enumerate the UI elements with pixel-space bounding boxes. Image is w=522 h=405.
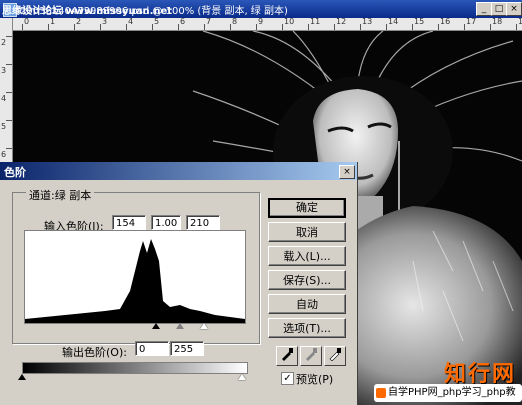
ruler-tick	[334, 24, 335, 30]
ruler-tick	[308, 24, 309, 30]
ruler-number: 2	[1, 38, 7, 47]
ruler-tick	[490, 24, 491, 30]
save-button[interactable]: 保存(S)...	[268, 270, 346, 290]
load-button[interactable]: 载入(L)...	[268, 246, 346, 266]
minimize-icon[interactable]: _	[476, 2, 492, 16]
cancel-button[interactable]: 取消	[268, 222, 346, 242]
ruler-number: 12	[336, 17, 347, 26]
ruler-number: 10	[284, 17, 295, 26]
auto-button[interactable]: 自动	[268, 294, 346, 314]
ruler-tick	[6, 120, 12, 121]
ruler-number: 2	[76, 17, 82, 26]
output-white-field[interactable]: 255	[170, 341, 204, 356]
levels-dialog: 色阶 × 通道:绿 副本 输入色阶(I): 154 1.00 210 输出色阶(…	[0, 162, 358, 405]
output-black-field[interactable]: 0	[135, 341, 169, 356]
ruler-number: 0	[24, 17, 30, 26]
maximize-icon[interactable]: □	[491, 2, 507, 16]
ruler-tick	[204, 24, 205, 30]
input-black-slider[interactable]	[152, 323, 160, 329]
ruler-number: 8	[232, 17, 238, 26]
ruler-number: 17	[466, 17, 477, 26]
ruler-tick	[48, 24, 49, 30]
ruler-number: 19	[518, 17, 522, 26]
logo-small-text: 自学PHP网_php学习_php教	[374, 384, 522, 402]
ruler-number: 16	[440, 17, 451, 26]
ruler-tick	[438, 24, 439, 30]
gray-eyedropper-icon[interactable]	[300, 346, 322, 366]
preview-label: 预览(P)	[296, 373, 334, 386]
ruler-horizontal: 012345678910111213141516171819	[12, 17, 522, 31]
site-logo: 知行网 自学PHP网_php学习_php教	[374, 356, 522, 405]
ruler-number: 11	[310, 17, 321, 26]
ruler-tick	[230, 24, 231, 30]
ruler-tick	[464, 24, 465, 30]
black-eyedropper-icon[interactable]	[276, 346, 298, 366]
input-black-field[interactable]: 154	[112, 215, 146, 230]
ruler-number: 6	[1, 150, 7, 159]
ruler-number: 5	[154, 17, 160, 26]
white-eyedropper-icon[interactable]	[324, 346, 346, 366]
ruler-tick	[516, 24, 517, 30]
channel-label: 通道:绿 副本	[26, 187, 95, 203]
output-black-slider[interactable]	[18, 374, 26, 380]
dialog-titlebar[interactable]: 色阶 ×	[0, 162, 357, 180]
input-white-slider[interactable]	[200, 323, 208, 329]
logo-icon	[376, 388, 386, 398]
input-white-field[interactable]: 210	[186, 215, 220, 230]
close-icon[interactable]: ×	[339, 165, 355, 179]
ruler-tick	[74, 24, 75, 30]
ruler-tick	[360, 24, 361, 30]
ruler-number: 3	[102, 17, 108, 26]
ruler-tick	[100, 24, 101, 30]
input-gamma-slider[interactable]	[176, 323, 184, 329]
ruler-tick	[178, 24, 179, 30]
ruler-number: 5	[1, 122, 7, 131]
dialog-title: 色阶	[4, 166, 26, 179]
ruler-tick	[386, 24, 387, 30]
ruler-tick	[6, 64, 12, 65]
ok-button[interactable]: 确定	[268, 198, 346, 218]
ruler-number: 6	[180, 17, 186, 26]
output-levels-label: 输出色阶(O):	[62, 346, 127, 359]
preview-checkbox[interactable]: ✓	[281, 372, 294, 385]
ruler-tick	[412, 24, 413, 30]
ruler-number: 15	[414, 17, 425, 26]
ruler-tick	[6, 92, 12, 93]
ruler-tick	[256, 24, 257, 30]
close-icon[interactable]: ×	[506, 2, 522, 16]
ruler-tick	[282, 24, 283, 30]
ruler-number: 3	[1, 66, 7, 75]
ruler-number: 14	[388, 17, 399, 26]
ruler-tick	[22, 24, 23, 30]
input-gamma-field[interactable]: 1.00	[151, 215, 181, 230]
ruler-tick	[6, 148, 12, 149]
watermark: 思缘设计论坛 www.missyuan.net	[2, 6, 173, 17]
ruler-number: 13	[362, 17, 373, 26]
output-white-slider[interactable]	[238, 374, 246, 380]
ruler-tick	[126, 24, 127, 30]
ruler-number: 7	[206, 17, 212, 26]
ruler-tick	[6, 36, 12, 37]
ruler-number: 18	[492, 17, 503, 26]
options-button[interactable]: 选项(T)...	[268, 318, 346, 338]
ruler-number: 1	[50, 17, 56, 26]
output-gradient-bar	[22, 362, 248, 374]
histogram	[24, 230, 246, 324]
ruler-tick	[152, 24, 153, 30]
ruler-number: 4	[1, 94, 7, 103]
ruler-number: 4	[128, 17, 134, 26]
ruler-number: 9	[258, 17, 264, 26]
